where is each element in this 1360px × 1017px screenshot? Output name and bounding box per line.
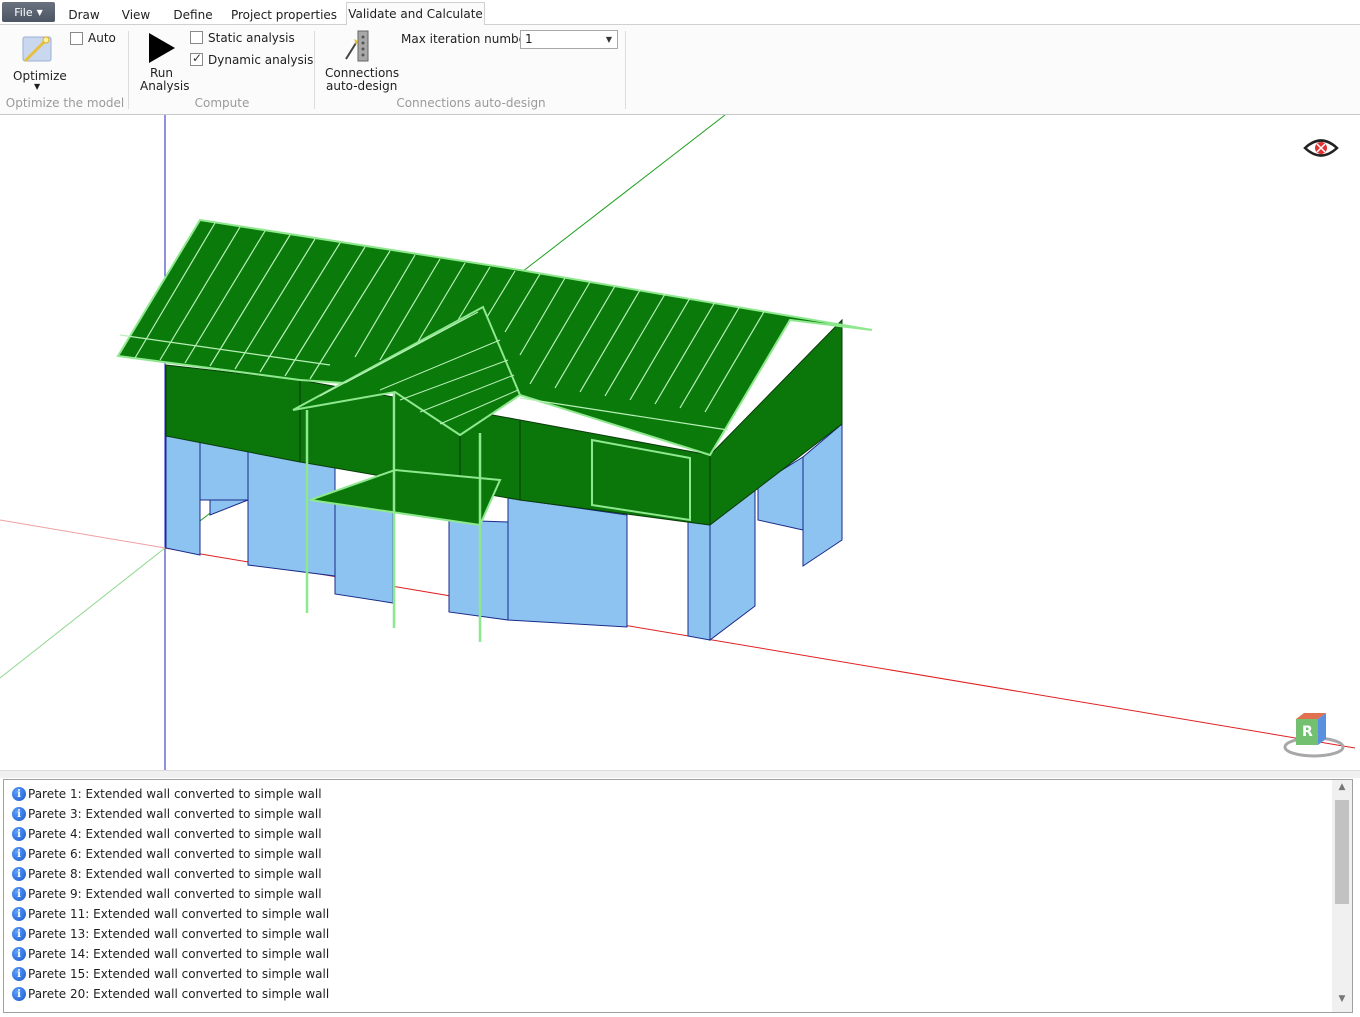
ribbon-tab-bar: File ▼ Draw View Define Project properti… bbox=[0, 0, 1360, 26]
optimize-group-label: Optimize the model bbox=[5, 96, 125, 110]
auto-checkbox[interactable] bbox=[70, 32, 83, 45]
log-message: Parete 9: Extended wall converted to sim… bbox=[28, 887, 322, 901]
info-icon: i bbox=[12, 827, 26, 841]
3d-viewport[interactable]: R bbox=[0, 115, 1360, 770]
optimize-button[interactable]: Optimize ▼ bbox=[8, 29, 67, 93]
log-message: Parete 3: Extended wall converted to sim… bbox=[28, 807, 322, 821]
log-row[interactable]: i Parete 1: Extended wall converted to si… bbox=[12, 784, 322, 804]
model-scene bbox=[0, 115, 1356, 770]
connections-group-label: Connections auto-design bbox=[396, 96, 546, 110]
group-separator bbox=[314, 31, 315, 109]
tab-view[interactable]: View bbox=[114, 4, 158, 25]
message-log: i Parete 1: Extended wall converted to si… bbox=[3, 779, 1353, 1013]
group-separator bbox=[625, 31, 626, 109]
info-icon: i bbox=[12, 907, 26, 921]
info-icon: i bbox=[12, 927, 26, 941]
analysis-label: Analysis bbox=[140, 79, 190, 93]
nav-cube-face-label: R bbox=[1302, 724, 1313, 740]
info-icon: i bbox=[12, 887, 26, 901]
info-icon: i bbox=[12, 867, 26, 881]
log-scrollbar[interactable]: ▲ ▼ bbox=[1332, 780, 1352, 1012]
connections-label: Connections bbox=[325, 66, 400, 80]
navigation-cube-icon[interactable]: R bbox=[1282, 711, 1346, 759]
info-icon: i bbox=[12, 807, 26, 821]
scroll-up-icon[interactable]: ▲ bbox=[1332, 782, 1352, 798]
log-message: Parete 6: Extended wall converted to sim… bbox=[28, 847, 322, 861]
info-icon: i bbox=[12, 967, 26, 981]
log-row[interactable]: i Parete 13: Extended wall converted to s… bbox=[12, 924, 329, 944]
info-icon: i bbox=[12, 847, 26, 861]
info-icon: i bbox=[12, 787, 26, 801]
max-iteration-label: Max iteration number bbox=[401, 32, 531, 46]
group-separator bbox=[128, 31, 129, 109]
tab-draw[interactable]: Draw bbox=[60, 4, 108, 25]
connection-bracket-icon bbox=[345, 30, 369, 62]
log-message: Parete 20: Extended wall converted to si… bbox=[28, 987, 330, 1001]
visibility-off-icon[interactable] bbox=[1303, 135, 1339, 161]
log-message: Parete 1: Extended wall converted to sim… bbox=[28, 787, 322, 801]
log-row[interactable]: i Parete 4: Extended wall converted to si… bbox=[12, 824, 322, 844]
connections-auto-design-button[interactable]: Connections auto-design bbox=[320, 29, 400, 95]
log-row[interactable]: i Parete 9: Extended wall converted to si… bbox=[12, 884, 322, 904]
optimize-label: Optimize bbox=[13, 69, 67, 83]
log-row[interactable]: i Parete 3: Extended wall converted to si… bbox=[12, 804, 322, 824]
y-axis-negative bbox=[0, 547, 166, 679]
run-label: Run bbox=[150, 66, 174, 80]
dynamic-analysis-label: Dynamic analysis bbox=[208, 53, 314, 67]
auto-design-label: auto-design bbox=[326, 79, 398, 93]
log-message: Parete 4: Extended wall converted to sim… bbox=[28, 827, 322, 841]
max-iteration-select[interactable]: 1 ▼ bbox=[520, 30, 618, 49]
chevron-down-icon: ▼ bbox=[36, 7, 43, 17]
ribbon: Optimize ▼ Auto Optimize the model Run A… bbox=[0, 25, 1360, 115]
chevron-down-icon: ▼ bbox=[605, 35, 612, 44]
file-label: File bbox=[14, 5, 33, 19]
optimize-wand-icon bbox=[22, 36, 52, 63]
log-row[interactable]: i Parete 15: Extended wall converted to s… bbox=[12, 964, 329, 984]
tab-define[interactable]: Define bbox=[166, 4, 220, 25]
log-message: Parete 8: Extended wall converted to sim… bbox=[28, 867, 322, 881]
tab-validate-and-calculate[interactable]: Validate and Calculate bbox=[346, 2, 485, 26]
auto-label: Auto bbox=[88, 31, 116, 45]
scroll-down-icon[interactable]: ▼ bbox=[1332, 994, 1352, 1010]
chevron-down-icon: ▼ bbox=[34, 82, 41, 91]
file-menu-button[interactable]: File ▼ bbox=[2, 2, 55, 22]
x-axis-negative bbox=[0, 519, 166, 549]
play-icon bbox=[149, 33, 175, 63]
static-analysis-label: Static analysis bbox=[208, 31, 295, 45]
run-analysis-button[interactable]: Run Analysis bbox=[136, 29, 190, 93]
log-row[interactable]: i Parete 11: Extended wall converted to s… bbox=[12, 904, 329, 924]
log-row[interactable]: i Parete 8: Extended wall converted to si… bbox=[12, 864, 322, 884]
log-row[interactable]: i Parete 20: Extended wall converted to s… bbox=[12, 984, 329, 1004]
log-message: Parete 13: Extended wall converted to si… bbox=[28, 927, 330, 941]
scroll-thumb[interactable] bbox=[1335, 800, 1349, 904]
log-message: Parete 15: Extended wall converted to si… bbox=[28, 967, 330, 981]
max-iteration-value: 1 bbox=[525, 32, 533, 46]
log-message: Parete 14: Extended wall converted to si… bbox=[28, 947, 330, 961]
info-icon: i bbox=[12, 987, 26, 1001]
compute-group-label: Compute bbox=[194, 96, 250, 110]
log-message: Parete 11: Extended wall converted to si… bbox=[28, 907, 330, 921]
dynamic-analysis-checkbox[interactable] bbox=[190, 51, 203, 66]
log-row[interactable]: i Parete 14: Extended wall converted to s… bbox=[12, 944, 329, 964]
info-icon: i bbox=[12, 947, 26, 961]
panel-splitter[interactable] bbox=[0, 770, 1360, 778]
log-row[interactable]: i Parete 6: Extended wall converted to si… bbox=[12, 844, 322, 864]
static-analysis-checkbox[interactable] bbox=[190, 31, 203, 44]
tab-project-properties[interactable]: Project properties bbox=[228, 4, 340, 25]
